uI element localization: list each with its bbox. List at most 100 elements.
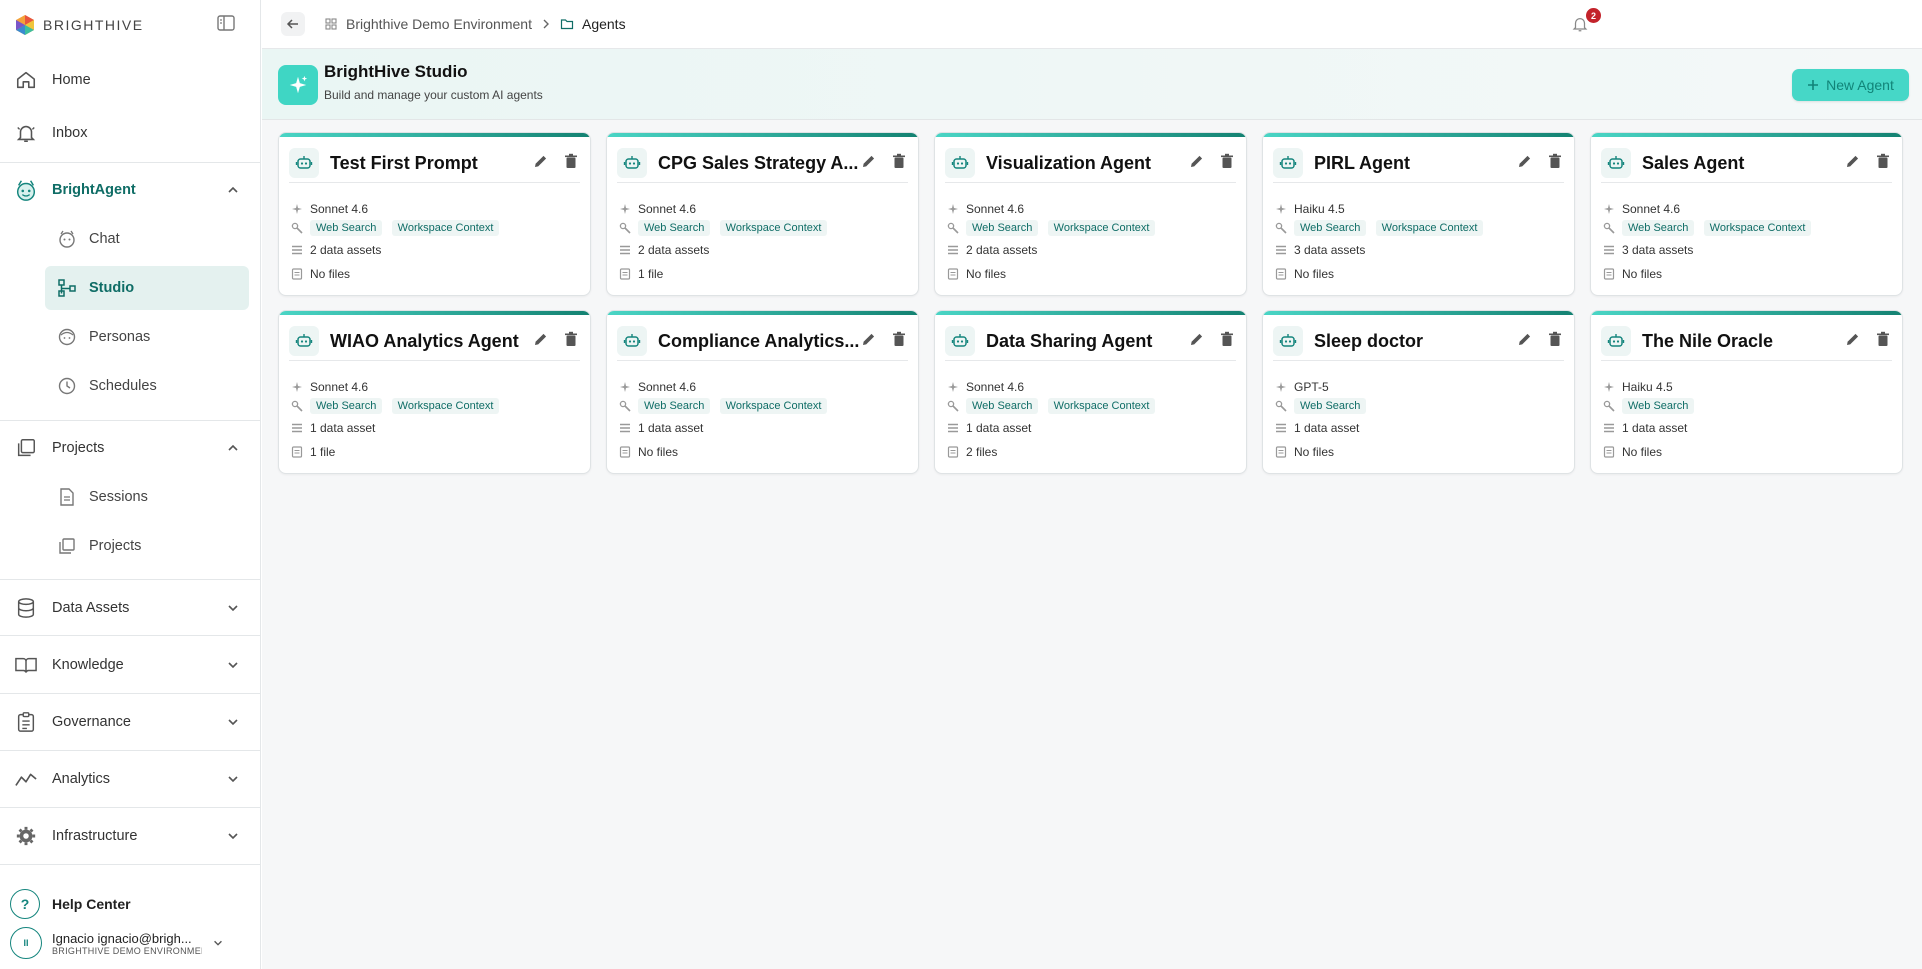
delete-button[interactable] <box>562 152 580 170</box>
nav-data-assets[interactable]: Data Assets <box>0 590 260 626</box>
chevron-down-icon[interactable] <box>226 772 240 786</box>
nav-inbox[interactable]: Inbox <box>0 115 260 151</box>
tool-tags: Web Search Workspace Context <box>638 398 828 414</box>
tag-workspace-context: Workspace Context <box>391 220 500 236</box>
book-icon <box>14 653 38 677</box>
trash-icon <box>565 153 577 168</box>
agent-card[interactable]: Visualization Agent Sonnet 4.6 Web Searc… <box>934 132 1247 296</box>
delete-button[interactable] <box>890 330 908 348</box>
nav-infrastructure[interactable]: Infrastructure <box>0 818 260 854</box>
nav-projects-group[interactable]: Projects <box>0 430 260 466</box>
agent-robot-icon <box>289 326 319 356</box>
agent-robot-icon <box>1273 326 1303 356</box>
chevron-down-icon[interactable] <box>226 658 240 672</box>
list-icon <box>619 422 631 434</box>
sparkle-icon <box>291 381 303 393</box>
list-icon <box>1603 244 1615 256</box>
brighthive-logo[interactable]: BRIGHTHIVE <box>14 14 144 36</box>
delete-button[interactable] <box>1546 152 1564 170</box>
edit-button[interactable] <box>532 330 550 348</box>
edit-button[interactable] <box>860 330 878 348</box>
chevron-up-icon[interactable] <box>226 441 240 455</box>
chevron-down-icon[interactable] <box>226 601 240 615</box>
agent-card[interactable]: Sleep doctor GPT-5 Web Search 1 data ass… <box>1262 310 1575 474</box>
new-agent-button[interactable]: New Agent <box>1792 69 1909 101</box>
data-assets-count: 2 data assets <box>310 243 382 257</box>
chevron-right-icon <box>543 19 549 29</box>
chevron-up-icon[interactable] <box>226 183 240 197</box>
tool-tags: Web Search Workspace Context <box>310 220 500 236</box>
tools-row: Web Search Workspace Context <box>1275 220 1484 236</box>
agent-card[interactable]: Compliance Analytics... Sonnet 4.6 Web S… <box>606 310 919 474</box>
agent-card[interactable]: Sales Agent Sonnet 4.6 Web Search Worksp… <box>1590 132 1903 296</box>
nav-personas[interactable]: Personas <box>45 315 249 359</box>
card-header: Data Sharing Agent <box>945 326 1236 361</box>
files-count: No files <box>966 267 1007 281</box>
edit-button[interactable] <box>1188 330 1206 348</box>
nav-projects[interactable]: Projects <box>45 524 249 568</box>
nav-chat[interactable]: Chat <box>45 217 249 261</box>
tag-web-search: Web Search <box>966 220 1039 236</box>
delete-button[interactable] <box>562 330 580 348</box>
sidebar-toggle-button[interactable] <box>217 15 237 33</box>
chevron-down-icon[interactable] <box>226 715 240 729</box>
sidebar-divider <box>0 162 260 163</box>
breadcrumb-environment[interactable]: Brighthive Demo Environment <box>346 16 532 32</box>
edit-button[interactable] <box>532 152 550 170</box>
edit-button[interactable] <box>1188 152 1206 170</box>
user-menu[interactable]: II Ignacio ignacio@brigh... BRIGHTHIVE D… <box>10 927 222 959</box>
help-center-link[interactable]: ? Help Center <box>10 889 131 919</box>
tag-workspace-context: Workspace Context <box>1703 220 1812 236</box>
nav-analytics[interactable]: Analytics <box>0 761 260 797</box>
pencil-icon <box>863 155 875 167</box>
wrench-icon <box>1275 222 1287 234</box>
files-row: No files <box>947 267 1006 281</box>
agent-card[interactable]: The Nile Oracle Haiku 4.5 Web Search 1 d… <box>1590 310 1903 474</box>
agent-name: The Nile Oracle <box>1642 331 1774 351</box>
agent-name: Visualization Agent <box>986 153 1152 173</box>
nav-schedules[interactable]: Schedules <box>45 364 249 408</box>
tool-tags: Web Search <box>1622 398 1695 414</box>
nav-governance[interactable]: Governance <box>0 704 260 740</box>
nav-studio[interactable]: Studio <box>45 266 249 310</box>
agent-card[interactable]: Test First Prompt Sonnet 4.6 Web Search … <box>278 132 591 296</box>
delete-button[interactable] <box>890 152 908 170</box>
delete-button[interactable] <box>1218 330 1236 348</box>
files-count: No files <box>1294 267 1335 281</box>
agent-card[interactable]: CPG Sales Strategy A... Sonnet 4.6 Web S… <box>606 132 919 296</box>
nav-brightagent[interactable]: BrightAgent <box>0 172 260 208</box>
card-accent-bar <box>1263 133 1574 137</box>
sidebar: BRIGHTHIVE Home Inbox BrightAgent Chat S… <box>0 0 261 969</box>
tag-web-search: Web Search <box>310 398 383 414</box>
delete-button[interactable] <box>1218 152 1236 170</box>
edit-button[interactable] <box>1516 152 1534 170</box>
file-icon <box>619 446 631 458</box>
sidebar-divider <box>0 420 260 421</box>
files-count: No files <box>638 445 679 459</box>
agent-card[interactable]: Data Sharing Agent Sonnet 4.6 Web Search… <box>934 310 1247 474</box>
delete-button[interactable] <box>1874 152 1892 170</box>
delete-button[interactable] <box>1874 330 1892 348</box>
agent-name: Sleep doctor <box>1314 331 1424 351</box>
edit-button[interactable] <box>1844 152 1862 170</box>
trash-icon <box>1877 153 1889 168</box>
home-icon <box>14 68 38 92</box>
chevron-down-icon[interactable] <box>226 829 240 843</box>
edit-button[interactable] <box>1844 330 1862 348</box>
file-icon <box>1275 446 1287 458</box>
nav-knowledge[interactable]: Knowledge <box>0 647 260 683</box>
tools-row: Web Search Workspace Context <box>291 398 500 414</box>
nav-sessions[interactable]: Sessions <box>45 475 249 519</box>
nav-home[interactable]: Home <box>0 62 260 98</box>
back-button[interactable] <box>281 12 305 36</box>
agent-card[interactable]: PIRL Agent Haiku 4.5 Web Search Workspac… <box>1262 132 1575 296</box>
delete-button[interactable] <box>1546 330 1564 348</box>
agent-card[interactable]: WIAO Analytics Agent Sonnet 4.6 Web Sear… <box>278 310 591 474</box>
edit-button[interactable] <box>1516 330 1534 348</box>
edit-button[interactable] <box>860 152 878 170</box>
inbox-bell-icon <box>14 121 38 145</box>
data-assets-count: 1 data asset <box>1294 421 1360 435</box>
list-icon <box>1603 422 1615 434</box>
agent-robot-icon <box>617 326 647 356</box>
card-accent-bar <box>607 311 918 315</box>
